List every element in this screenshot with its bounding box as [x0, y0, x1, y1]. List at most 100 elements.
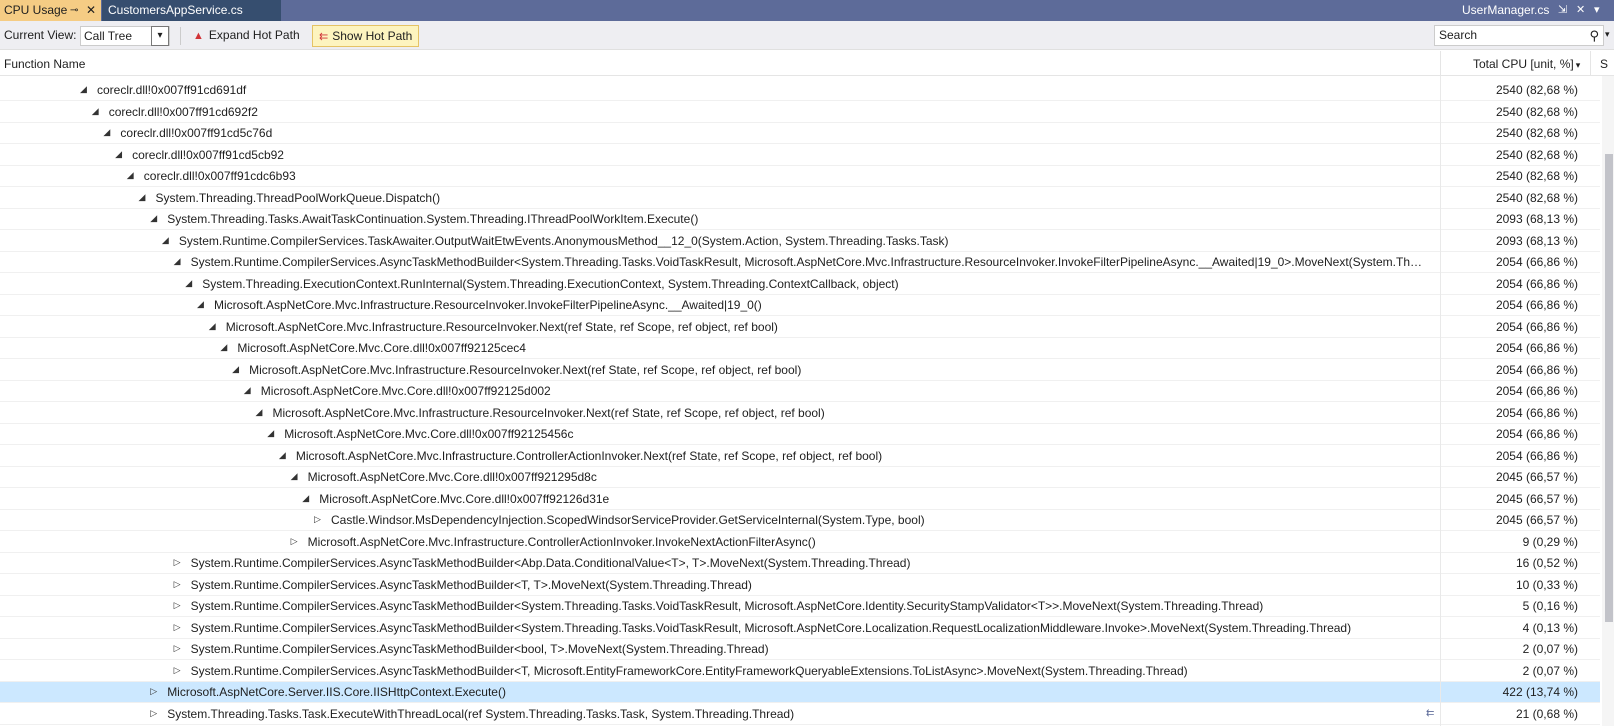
expand-arrow-icon[interactable]: ▷: [174, 579, 184, 591]
call-tree-row[interactable]: ▷ System.Runtime.CompilerServices.AsyncTa…: [0, 575, 1600, 596]
call-tree-row[interactable]: ◢ Microsoft.AspNetCore.Mvc.Infrastructure…: [0, 360, 1600, 381]
collapse-arrow-icon[interactable]: ◢: [244, 385, 254, 397]
collapse-arrow-icon[interactable]: ◢: [139, 192, 149, 204]
collapse-arrow-icon[interactable]: ◢: [291, 471, 301, 483]
call-tree-row[interactable]: ▷ System.Runtime.CompilerServices.AsyncTa…: [0, 639, 1600, 660]
sort-descending-icon: ▾: [1575, 60, 1581, 70]
expand-arrow-icon[interactable]: ▷: [174, 643, 184, 655]
expand-arrow-icon[interactable]: ▷: [150, 686, 160, 698]
expand-arrow-icon[interactable]: ▷: [174, 600, 184, 612]
collapse-arrow-icon[interactable]: ◢: [162, 235, 172, 247]
total-cpu-value: 2054 (66,86 %): [1495, 448, 1578, 463]
call-tree-row[interactable]: ◢ Microsoft.AspNetCore.Mvc.Infrastructure…: [0, 295, 1600, 316]
collapse-arrow-icon[interactable]: ◢: [185, 278, 195, 290]
collapse-arrow-icon[interactable]: ◢: [92, 106, 102, 118]
vertical-scrollbar-thumb[interactable]: [1605, 154, 1613, 622]
call-tree-row[interactable]: ▷ Microsoft.AspNetCore.Mvc.Infrastructure…: [0, 532, 1600, 553]
column-header-overflow[interactable]: S: [1600, 57, 1608, 71]
collapse-arrow-icon[interactable]: ◢: [197, 299, 207, 311]
column-header-total-cpu-label: Total CPU [unit, %]: [1473, 57, 1574, 71]
tab-cpu-usage-label: CPU Usage: [4, 3, 68, 17]
call-tree-row[interactable]: ◢ System.Runtime.CompilerServices.TaskAwa…: [0, 231, 1600, 252]
call-tree-row[interactable]: ◢ coreclr.dll!0x007ff91cd692f2 2540 (82,68…: [0, 102, 1600, 123]
call-tree-row[interactable]: ▷ System.Runtime.CompilerServices.AsyncTa…: [0, 596, 1600, 617]
call-tree-row[interactable]: ▷ System.Threading.Tasks.Task.ExecuteWith…: [0, 704, 1600, 725]
collapse-arrow-icon[interactable]: ◢: [174, 256, 184, 268]
column-divider[interactable]: [1590, 51, 1591, 76]
call-tree-row[interactable]: ▷ Microsoft.AspNetCore.Server.IIS.Core.II…: [0, 682, 1600, 703]
tab-cpu-usage[interactable]: CPU Usage ⊸ ✕: [0, 0, 101, 21]
call-tree-row[interactable]: ◢ System.Threading.ExecutionContext.RunIn…: [0, 274, 1600, 295]
show-hot-path-label: Show Hot Path: [332, 29, 413, 43]
pin-icon[interactable]: ⊸: [70, 0, 78, 21]
call-tree-row[interactable]: ▷ System.Runtime.CompilerServices.AsyncTa…: [0, 553, 1600, 574]
total-cpu-value: 2054 (66,86 %): [1495, 255, 1578, 269]
call-tree-row[interactable]: ▷ System.Runtime.CompilerServices.AsyncTa…: [0, 661, 1600, 682]
expand-hot-path-button[interactable]: ▲ Expand Hot Path: [187, 25, 306, 47]
expand-arrow-icon[interactable]: ▷: [291, 536, 301, 548]
call-tree-row[interactable]: ◢ coreclr.dll!0x007ff91cd5cb92 2540 (82,68…: [0, 145, 1600, 166]
function-name: System.Threading.Tasks.AwaitTaskContinua…: [167, 212, 699, 226]
column-header-total-cpu[interactable]: Total CPU [unit, %] ▾: [1473, 57, 1580, 71]
expand-arrow-icon[interactable]: ▷: [174, 665, 184, 677]
call-tree-row[interactable]: ▷ System.Runtime.CompilerServices.AsyncTa…: [0, 618, 1600, 639]
call-tree-row[interactable]: ◢ Microsoft.AspNetCore.Mvc.Core.dll!0x007…: [0, 489, 1600, 510]
total-cpu-value: 2093 (68,13 %): [1495, 233, 1578, 248]
collapse-arrow-icon[interactable]: ◢: [127, 170, 137, 182]
column-divider[interactable]: [1440, 51, 1441, 76]
collapse-arrow-icon[interactable]: ◢: [302, 493, 312, 505]
collapse-arrow-icon[interactable]: ◢: [103, 127, 113, 139]
call-tree-row[interactable]: ◢ Microsoft.AspNetCore.Mvc.Core.dll!0x007…: [0, 381, 1600, 402]
collapse-arrow-icon[interactable]: ◢: [220, 342, 230, 354]
call-tree-row[interactable]: ◢ Microsoft.AspNetCore.Mvc.Infrastructure…: [0, 317, 1600, 338]
collapse-arrow-icon[interactable]: ◢: [150, 213, 160, 225]
call-tree-row[interactable]: ◢ coreclr.dll!0x007ff91cd691df 2540 (82,68…: [0, 80, 1600, 101]
function-name: coreclr.dll!0x007ff91cd692f2: [108, 104, 258, 119]
collapse-arrow-icon[interactable]: ◢: [267, 428, 277, 440]
collapse-arrow-icon[interactable]: ◢: [209, 321, 219, 333]
chevron-down-icon[interactable]: ▾: [151, 26, 169, 46]
close-icon[interactable]: ✕: [86, 0, 96, 21]
call-tree-row[interactable]: ◢ System.Runtime.CompilerServices.AsyncTa…: [0, 252, 1600, 273]
expand-arrow-icon[interactable]: ▷: [174, 557, 184, 569]
total-cpu-value: 2 (0,07 %): [1522, 663, 1578, 678]
function-name: coreclr.dll!0x007ff91cdc6b93: [143, 169, 296, 183]
total-cpu-value: 2540 (82,68 %): [1495, 169, 1578, 183]
call-tree-row[interactable]: ◢ System.Threading.Tasks.AwaitTaskContinu…: [0, 209, 1600, 230]
function-name: Microsoft.AspNetCore.Mvc.Infrastructure.…: [295, 448, 883, 463]
call-tree-row[interactable]: ◢ coreclr.dll!0x007ff91cdc6b93 2540 (82,68…: [0, 166, 1600, 187]
call-tree-row[interactable]: ◢ Microsoft.AspNetCore.Mvc.Core.dll!0x007…: [0, 424, 1600, 445]
call-tree-row[interactable]: ◢ System.Threading.ThreadPoolWorkQueue.Di…: [0, 188, 1600, 209]
tab-customers-app-service[interactable]: CustomersAppService.cs: [102, 0, 281, 21]
collapse-arrow-icon[interactable]: ◢: [256, 407, 266, 419]
call-tree-row[interactable]: ▷ Castle.Windsor.MsDependencyInjection.Sc…: [0, 510, 1600, 531]
total-cpu-value: 9 (0,29 %): [1522, 534, 1578, 549]
function-name: Microsoft.AspNetCore.Mvc.Core.dll!0x007f…: [307, 470, 597, 484]
call-tree-row[interactable]: ◢ Microsoft.AspNetCore.Mvc.Core.dll!0x007…: [0, 467, 1600, 488]
call-tree-row[interactable]: ◢ Microsoft.AspNetCore.Mvc.Core.dll!0x007…: [0, 338, 1600, 359]
collapse-arrow-icon[interactable]: ◢: [115, 149, 125, 161]
total-cpu-value: 2540 (82,68 %): [1495, 147, 1578, 162]
column-header-function-name[interactable]: Function Name: [4, 57, 85, 71]
tab-user-manager[interactable]: UserManager.cs ⇲ ✕ ▾: [1456, 0, 1614, 21]
tab-user-manager-label: UserManager.cs: [1462, 3, 1550, 17]
collapse-arrow-icon[interactable]: ◢: [232, 364, 242, 376]
call-tree-row[interactable]: ◢ Microsoft.AspNetCore.Mvc.Infrastructure…: [0, 403, 1600, 424]
collapse-arrow-icon[interactable]: ◢: [279, 450, 289, 462]
expand-arrow-icon[interactable]: ▷: [314, 514, 324, 526]
call-tree-row[interactable]: ◢ coreclr.dll!0x007ff91cd5c76d 2540 (82,68…: [0, 123, 1600, 144]
show-hot-path-button[interactable]: ⇇ Show Hot Path: [312, 25, 420, 47]
function-name: Microsoft.AspNetCore.Mvc.Infrastructure.…: [307, 534, 816, 549]
pin-icon[interactable]: ⇲: [1558, 0, 1567, 21]
close-icon[interactable]: ✕: [1576, 0, 1585, 21]
search-icon[interactable]: ⚲: [1589, 26, 1599, 45]
call-tree-row[interactable]: ◢ Microsoft.AspNetCore.Mvc.Infrastructure…: [0, 446, 1600, 467]
expand-arrow-icon[interactable]: ▷: [150, 708, 160, 720]
search-options-dropdown-icon[interactable]: ▾: [1605, 29, 1610, 40]
current-view-select[interactable]: Call Tree ▾: [80, 26, 170, 46]
tab-overflow-dropdown-icon[interactable]: ▾: [1594, 0, 1600, 21]
expand-arrow-icon[interactable]: ▷: [174, 622, 184, 634]
search-input[interactable]: Search ⚲: [1434, 25, 1604, 46]
total-cpu-value: 2045 (66,57 %): [1495, 491, 1578, 506]
collapse-arrow-icon[interactable]: ◢: [80, 84, 90, 96]
